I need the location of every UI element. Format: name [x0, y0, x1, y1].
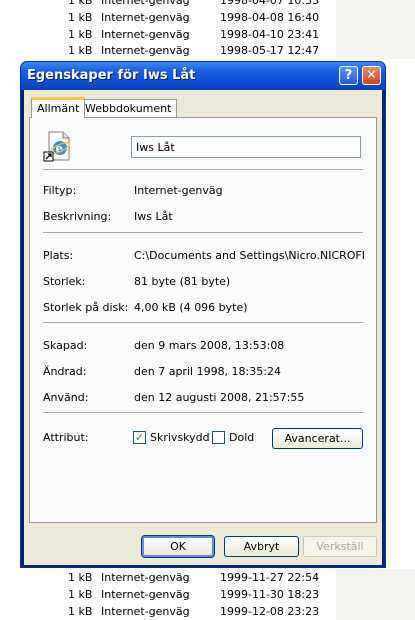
list-scroll-area — [336, 569, 415, 586]
filtyp-label: Filtyp: — [43, 184, 77, 197]
close-button[interactable]: ✕ — [362, 66, 381, 85]
apply-button-label: Verkställ — [316, 540, 364, 553]
list-item[interactable]: 1 kB Internet-genväg 1999-12-08 23:23 — [0, 603, 415, 620]
cancel-button-label: Avbryt — [243, 540, 280, 553]
storlek-label: Storlek: — [43, 275, 86, 288]
skapad-label: Skapad: — [43, 339, 88, 352]
beskrivning-label: Beskrivning: — [43, 210, 112, 223]
file-date: 1998-04-08 16:40 — [220, 11, 320, 24]
file-type: Internet-genväg — [101, 28, 190, 41]
title-bar[interactable]: Egenskaper för Iws Låt ? ✕ — [21, 62, 385, 90]
file-size: 1 kB — [68, 0, 93, 7]
skrivskydd-checkbox[interactable]: ✓ — [133, 431, 146, 444]
list-scroll-area — [336, 9, 415, 26]
file-size: 1 kB — [68, 588, 93, 601]
anvand-label: Använd: — [43, 391, 89, 404]
storlek-value: 81 byte (81 byte) — [134, 275, 231, 288]
apply-button[interactable]: Verkställ — [303, 536, 377, 557]
attribut-label: Attribut: — [43, 431, 89, 444]
file-size: 1 kB — [68, 28, 93, 41]
file-date: 1999-11-30 18:23 — [220, 588, 320, 601]
andrad-label: Ändrad: — [43, 365, 87, 378]
beskrivning-value: Iws Låt — [134, 210, 173, 223]
storlek-pa-disk-label: Storlek på disk: — [43, 301, 129, 314]
tab-allmant[interactable]: Allmänt — [31, 97, 86, 118]
general-tab-panel: e Filtyp: Internet-genväg Beskrivning: I… — [29, 117, 377, 523]
file-size: 1 kB — [68, 605, 93, 618]
storlek-pa-disk-value: 4,00 kB (4 096 byte) — [134, 301, 248, 314]
advanced-button-label: Avancerat... — [284, 432, 351, 445]
list-scroll-area — [336, 42, 415, 59]
list-scroll-area — [336, 0, 415, 9]
tab-label: Webbdokument — [85, 102, 172, 115]
file-date: 1999-12-08 23:23 — [220, 605, 320, 618]
plats-value: C:\Documents and Settings\Nicro.NICROFIX… — [134, 249, 364, 262]
tab-label: Allmänt — [37, 102, 80, 115]
plats-label: Plats: — [43, 249, 74, 262]
file-type: Internet-genväg — [101, 588, 190, 601]
list-item[interactable]: 1 kB Internet-genväg 1999-11-30 18:23 — [0, 586, 415, 603]
filtyp-value: Internet-genväg — [134, 184, 223, 197]
file-date: 1999-11-27 22:54 — [220, 571, 320, 584]
separator — [43, 169, 363, 170]
file-type: Internet-genväg — [101, 571, 190, 584]
list-item[interactable]: 1 kB Internet-genväg 1999-11-27 22:54 — [0, 569, 415, 586]
separator — [43, 412, 363, 413]
file-size: 1 kB — [68, 571, 93, 584]
file-name-input[interactable] — [131, 136, 361, 158]
file-type: Internet-genväg — [101, 0, 190, 7]
file-date: 1998-04-10 23:41 — [220, 28, 320, 41]
list-scroll-area — [336, 586, 415, 603]
list-scroll-area — [336, 26, 415, 43]
dialog-title: Egenskaper för Iws Låt — [27, 68, 196, 83]
dold-checkbox[interactable] — [212, 431, 225, 444]
file-size: 1 kB — [68, 11, 93, 24]
tab-webbdokument[interactable]: Webbdokument — [79, 99, 178, 117]
help-button[interactable]: ? — [339, 66, 358, 85]
file-type: Internet-genväg — [101, 11, 190, 24]
list-item[interactable]: 1 kB Internet-genväg 1998-04-10 23:41 — [0, 26, 415, 43]
list-item[interactable]: 1 kB Internet-genväg 1998-04-08 16:40 — [0, 9, 415, 26]
skapad-value: den 9 mars 2008, 13:53:08 — [134, 339, 285, 352]
cancel-button[interactable]: Avbryt — [224, 536, 299, 557]
close-icon: ✕ — [366, 68, 377, 83]
andrad-value: den 7 april 1998, 18:35:24 — [134, 365, 281, 378]
separator — [43, 232, 363, 233]
file-type: Internet-genväg — [101, 605, 190, 618]
dold-label: Dold — [229, 431, 255, 444]
list-scroll-area — [336, 603, 415, 620]
file-date: 1998-04-07 10:33 — [220, 0, 320, 7]
list-item[interactable]: 1 kB Internet-genväg 1998-05-17 12:47 — [0, 42, 415, 59]
anvand-value: den 12 augusti 2008, 21:57:55 — [134, 391, 305, 404]
help-icon: ? — [344, 68, 353, 83]
ok-button[interactable]: OK — [141, 535, 215, 558]
ok-button-label: OK — [170, 540, 186, 553]
file-date: 1998-05-17 12:47 — [220, 44, 320, 57]
file-type: Internet-genväg — [101, 44, 190, 57]
list-item[interactable]: 1 kB Internet-genväg 1998-04-07 10:33 — [0, 0, 415, 9]
advanced-button[interactable]: Avancerat... — [272, 428, 363, 449]
skrivskydd-label: Skrivskydd — [150, 431, 210, 444]
internet-shortcut-icon: e — [43, 131, 70, 162]
file-size: 1 kB — [68, 44, 93, 57]
separator — [43, 322, 363, 323]
properties-dialog: Egenskaper för Iws Låt ? ✕ Allmänt Webbd… — [20, 61, 386, 568]
dialog-client: Allmänt Webbdokument e Filtyp: Internet-… — [24, 90, 382, 565]
